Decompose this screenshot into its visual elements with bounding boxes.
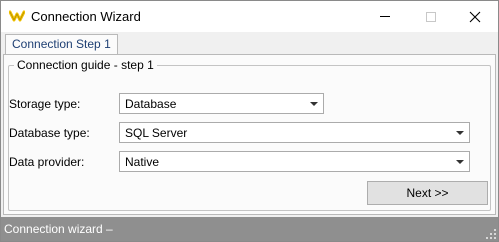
tab-connection-step-1[interactable]: Connection Step 1 [5,34,118,55]
database-type-value: SQL Server [125,126,188,140]
close-icon [469,11,481,22]
wizard-app-icon [9,10,25,22]
status-bar: Connection wizard – [1,217,498,241]
storage-type-label: Storage type: [9,97,81,111]
chevron-down-icon [456,131,464,135]
tab-strip: Connection Step 1 [1,32,498,55]
next-button[interactable]: Next >> [367,181,488,205]
resize-grip-icon[interactable] [486,229,496,239]
chevron-down-icon [310,102,318,106]
storage-type-value: Database [125,97,177,111]
connection-wizard-window: Connection Wizard Connection Step 1 Conn… [0,0,499,242]
client-area: Connection Step 1 Connection guide - ste… [1,32,498,217]
window-title: Connection Wizard [31,9,141,24]
data-provider-select[interactable]: Native [119,151,470,172]
minimize-icon [380,16,390,17]
group-title: Connection guide - step 1 [14,58,157,72]
database-type-select[interactable]: SQL Server [119,122,470,143]
minimize-button[interactable] [362,1,408,32]
title-bar[interactable]: Connection Wizard [1,1,498,32]
maximize-icon [426,11,436,22]
close-button[interactable] [452,1,498,32]
maximize-button[interactable] [408,1,454,32]
data-provider-value: Native [125,155,160,169]
database-type-label: Database type: [9,126,90,140]
data-provider-label: Data provider: [9,155,85,169]
status-text: Connection wizard – [4,222,113,236]
chevron-down-icon [456,160,464,164]
storage-type-select[interactable]: Database [119,93,324,114]
